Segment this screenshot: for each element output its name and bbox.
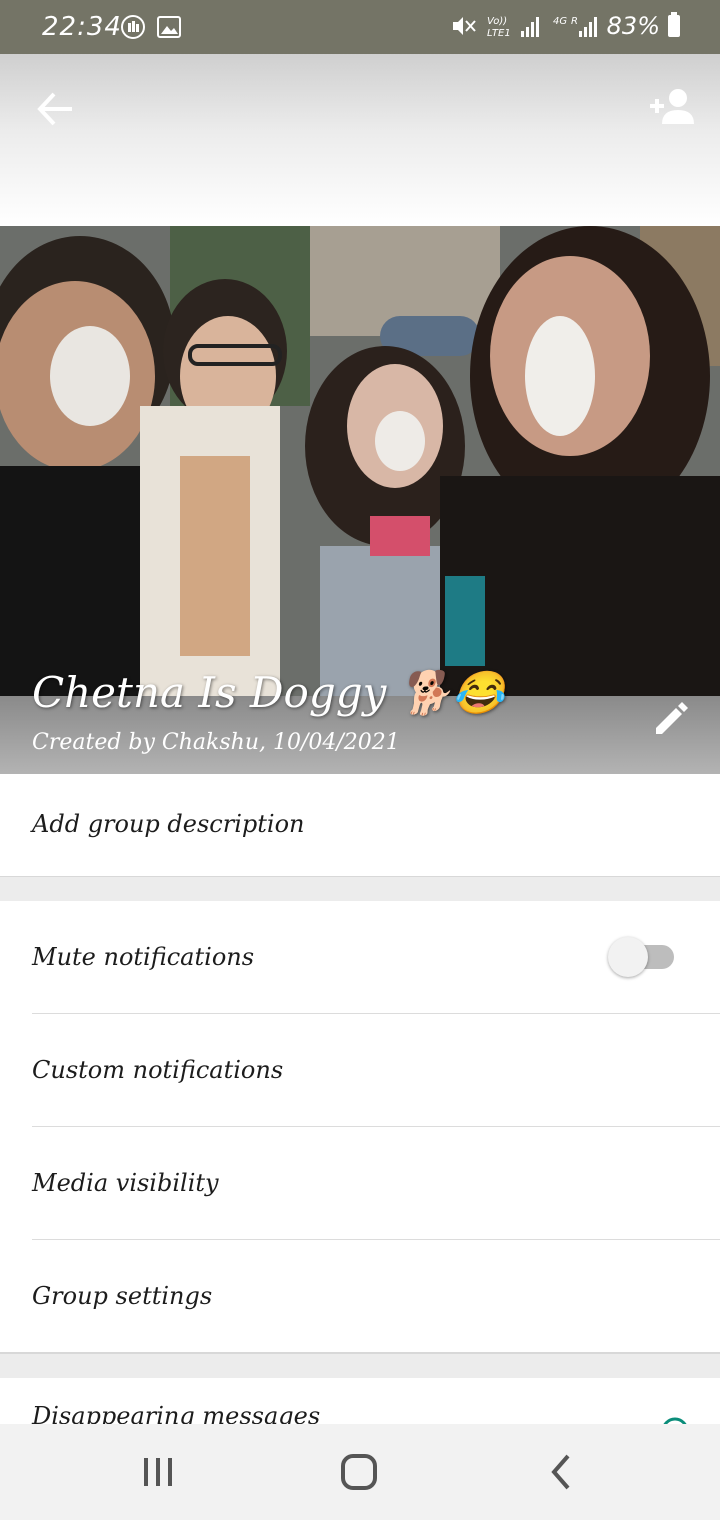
description-section[interactable]: Add group description [0, 774, 720, 876]
group-photo[interactable] [0, 226, 720, 696]
notification-app-icon [121, 15, 145, 39]
pencil-icon[interactable] [650, 696, 694, 740]
add-person-icon[interactable] [646, 84, 698, 134]
recents-icon[interactable] [136, 1452, 180, 1492]
nav-back-icon[interactable] [540, 1452, 584, 1492]
svg-text:R: R [571, 16, 578, 27]
mute-notifications-label[interactable]: Mute notifications [32, 943, 254, 971]
toggle-knob [608, 937, 648, 977]
svg-text:4G: 4G [553, 16, 567, 27]
svg-text:Vo)): Vo)) [487, 16, 507, 27]
4g-roaming-signal-icon: 4G R [553, 16, 597, 37]
divider [32, 1239, 720, 1240]
media-visibility-label[interactable]: Media visibility [32, 1169, 219, 1197]
status-bar: 22:34 Vo)) LTE1 4G R 83% [0, 0, 720, 54]
battery-icon [668, 12, 680, 37]
add-group-description[interactable]: Add group description [32, 810, 304, 838]
group-settings-label[interactable]: Group settings [32, 1282, 212, 1310]
group-name: Chetna Is Doggy 🐕😂 [32, 668, 505, 717]
section-divider [0, 876, 720, 901]
mute-notifications-toggle[interactable] [608, 937, 674, 977]
system-nav-bar [0, 1424, 720, 1520]
divider [32, 1013, 720, 1014]
disappearing-messages-icon [663, 1417, 687, 1424]
custom-notifications-label[interactable]: Custom notifications [32, 1056, 283, 1084]
section-divider [0, 1353, 720, 1378]
gallery-icon [157, 16, 181, 38]
divider [32, 1126, 720, 1127]
home-icon[interactable] [337, 1452, 381, 1492]
toolbar [0, 54, 720, 226]
arrow-back-icon[interactable] [30, 84, 80, 134]
volte-signal-icon: Vo)) LTE1 [487, 16, 539, 39]
disappearing-messages-label[interactable]: Disappearing messages [32, 1402, 320, 1424]
status-time: 22:34 [42, 12, 122, 42]
mute-vibrate-icon [452, 17, 476, 35]
disappearing-messages-section[interactable]: Disappearing messages [0, 1378, 720, 1424]
svg-text:LTE1: LTE1 [487, 28, 511, 39]
battery-percent: 83% [606, 12, 660, 40]
group-created-info: Created by Chakshu, 10/04/2021 [32, 730, 400, 755]
group-photo-image [0, 226, 720, 696]
